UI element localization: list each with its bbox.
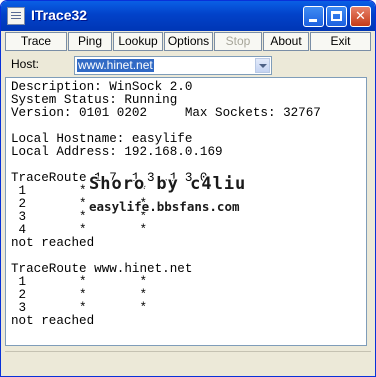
watermark-site: easylife.bbsfans.com: [89, 199, 240, 214]
exit-button[interactable]: Exit: [310, 32, 371, 51]
host-combobox[interactable]: www.hinet.net: [74, 56, 272, 75]
host-label: Host:: [11, 57, 40, 71]
maximize-icon: [331, 11, 342, 21]
app-window: ITrace32 ✕ Trace Ping Lookup Options Sto…: [0, 0, 376, 377]
close-icon: ✕: [355, 9, 366, 24]
maximize-button[interactable]: [326, 6, 347, 27]
title-bar[interactable]: ITrace32 ✕: [1, 1, 375, 31]
status-bar: [5, 351, 371, 370]
chevron-down-icon: [259, 64, 267, 68]
ping-button[interactable]: Ping: [68, 32, 112, 51]
lookup-button[interactable]: Lookup: [113, 32, 163, 51]
window-title: ITrace32: [31, 7, 88, 23]
watermark-credit: Shoro by c4liu: [89, 174, 247, 194]
minimize-icon: [309, 19, 317, 22]
minimize-button[interactable]: [303, 6, 324, 27]
host-input[interactable]: www.hinet.net: [77, 59, 154, 72]
options-button[interactable]: Options: [164, 32, 213, 51]
close-button[interactable]: ✕: [350, 6, 371, 27]
app-icon[interactable]: [7, 7, 25, 25]
host-dropdown-button[interactable]: [255, 58, 270, 73]
stop-button[interactable]: Stop: [214, 32, 262, 51]
about-button[interactable]: About: [263, 32, 309, 51]
trace-button[interactable]: Trace: [5, 32, 67, 51]
